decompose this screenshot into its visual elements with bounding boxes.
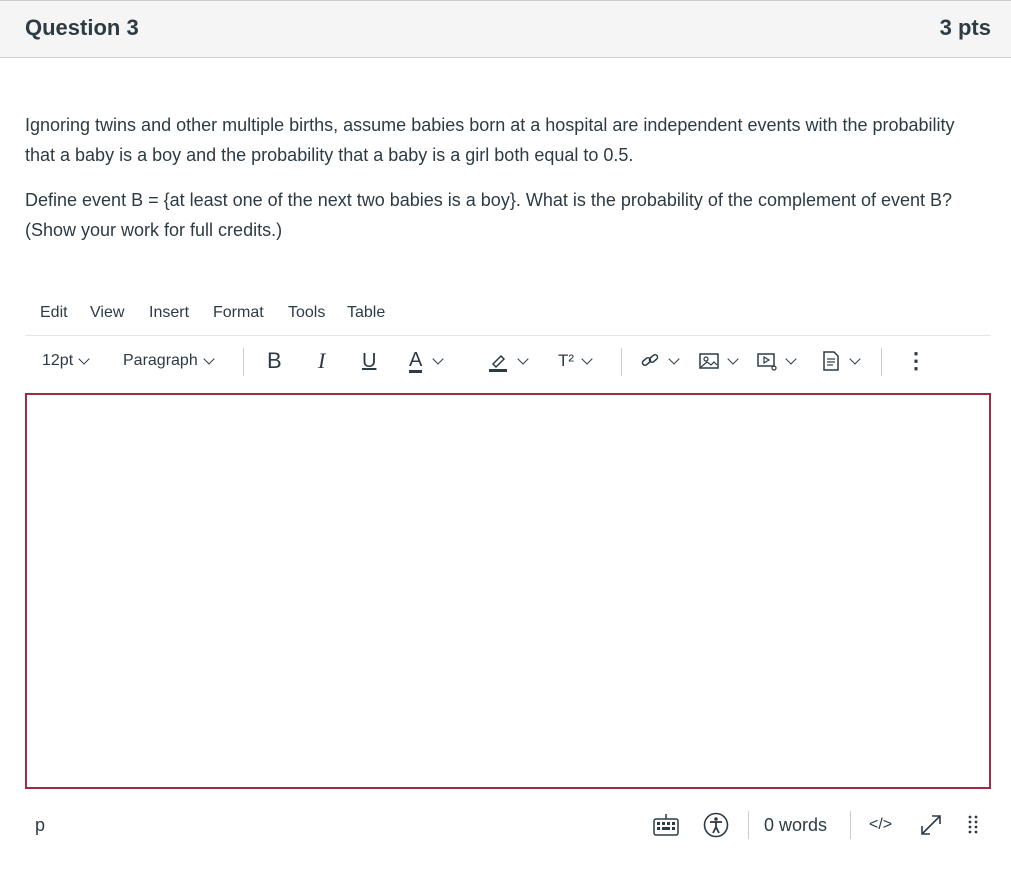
bold-button[interactable]: B: [267, 342, 282, 380]
expand-icon: [921, 815, 941, 835]
keyboard-shortcuts-button[interactable]: [653, 806, 679, 844]
underline-button[interactable]: U: [362, 342, 376, 380]
chevron-down-icon: [203, 352, 215, 365]
fullscreen-button[interactable]: [918, 806, 944, 844]
html-editor-toggle[interactable]: </>: [869, 806, 892, 844]
accessibility-icon: [703, 812, 729, 838]
text-color-button[interactable]: A: [409, 342, 445, 380]
element-path-label: p: [35, 814, 46, 835]
drag-handle-icon: [968, 815, 978, 834]
underline-label: U: [362, 349, 377, 372]
bold-label: B: [267, 348, 282, 373]
menu-edit[interactable]: Edit: [40, 304, 68, 322]
chevron-down-icon: [517, 352, 529, 365]
chevron-down-icon: [849, 352, 861, 365]
code-icon: </>: [869, 816, 893, 833]
toolbar-separator: [243, 348, 244, 376]
keyboard-icon: [653, 814, 679, 836]
link-icon: [641, 353, 659, 367]
editor-menubar: Edit View Insert Format Tools Table: [25, 302, 991, 336]
block-format-value: Paragraph: [123, 352, 198, 369]
toolbar-separator: [881, 348, 882, 376]
chevron-down-icon: [432, 352, 445, 365]
statusbar-separator: [748, 811, 749, 839]
menu-format[interactable]: Format: [213, 304, 264, 322]
question-text-paragraph-2: Define event B = {at least one of the ne…: [25, 190, 953, 240]
italic-button[interactable]: I: [318, 342, 325, 380]
chevron-down-icon: [78, 352, 90, 365]
menu-table[interactable]: Table: [347, 304, 385, 322]
font-size-dropdown[interactable]: 12pt: [42, 342, 90, 380]
image-icon: [699, 353, 719, 369]
more-vertical-icon: ⋮: [905, 348, 927, 373]
text-color-label: A: [409, 348, 423, 373]
word-count[interactable]: 0 words: [764, 806, 827, 844]
question-title: Question 3: [25, 15, 139, 40]
editor-statusbar: p 0 words </>: [25, 806, 991, 846]
editor-toolbar: 12pt Paragraph B I U A T² ⋮: [25, 342, 991, 382]
word-count-label: 0 words: [764, 814, 828, 835]
font-size-value: 12pt: [42, 352, 74, 369]
superscript-label: T²: [558, 351, 575, 370]
document-button[interactable]: [820, 342, 861, 380]
superscript-button[interactable]: T²: [558, 342, 593, 380]
accessibility-checker-button[interactable]: [703, 806, 729, 844]
rich-text-editor[interactable]: [25, 393, 991, 789]
more-button[interactable]: ⋮: [905, 342, 927, 380]
block-format-dropdown[interactable]: Paragraph: [123, 342, 215, 380]
document-icon: [823, 351, 839, 371]
question-text-paragraph-1: Ignoring twins and other multiple births…: [25, 115, 955, 165]
question-points: 3 pts: [939, 15, 991, 40]
question-header: Question 3 3 pts: [0, 0, 1011, 58]
link-button[interactable]: [639, 342, 680, 380]
element-path[interactable]: p: [35, 806, 45, 844]
chevron-down-icon: [668, 352, 680, 365]
resize-handle[interactable]: [967, 806, 979, 844]
chevron-down-icon: [581, 352, 593, 365]
menu-tools[interactable]: Tools: [288, 304, 325, 322]
menu-view[interactable]: View: [90, 304, 124, 322]
toolbar-separator: [621, 348, 622, 376]
media-button[interactable]: [756, 342, 797, 380]
highlight-color-button[interactable]: [487, 342, 529, 380]
statusbar-separator: [850, 811, 851, 839]
highlighter-icon: [489, 354, 507, 372]
italic-label: I: [318, 348, 326, 373]
media-icon: [757, 353, 777, 371]
chevron-down-icon: [727, 352, 739, 365]
menu-insert[interactable]: Insert: [149, 304, 189, 322]
image-button[interactable]: [698, 342, 739, 380]
chevron-down-icon: [785, 352, 797, 365]
